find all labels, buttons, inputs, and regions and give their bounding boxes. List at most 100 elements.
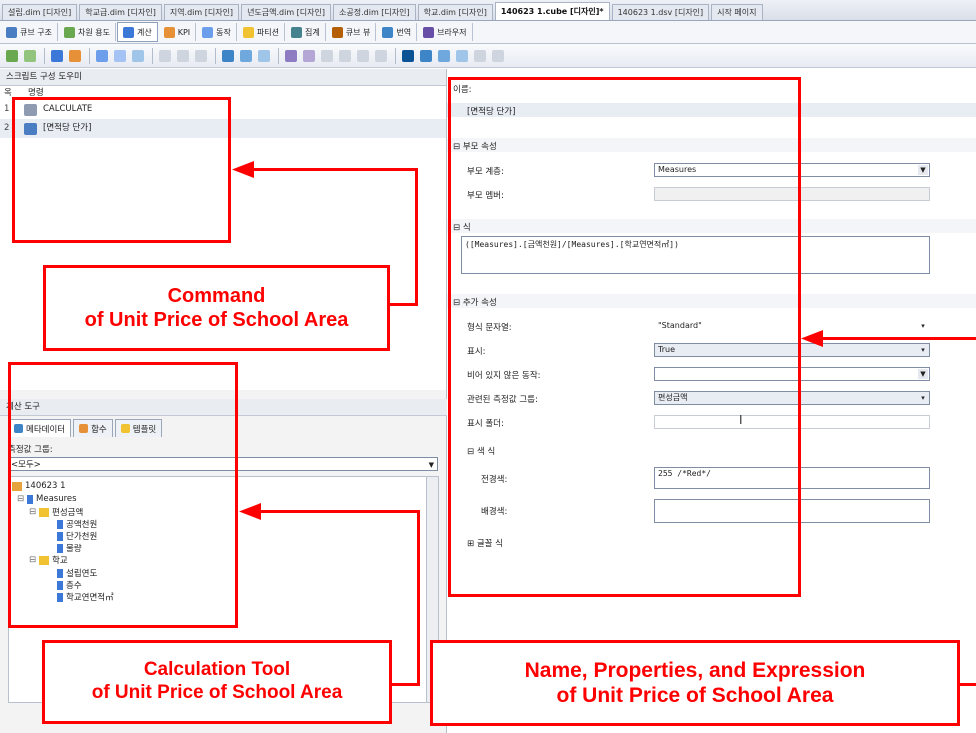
tab-aggregations[interactable]: 집계 — [286, 23, 326, 41]
new-script-icon[interactable] — [96, 49, 108, 62]
align-icon[interactable] — [402, 49, 414, 62]
font-icon[interactable] — [303, 49, 315, 62]
doc-tab-cube[interactable]: 140623 1.cube [디자인]* — [494, 2, 610, 20]
partition-icon — [242, 26, 254, 38]
properties-callout: Name, Properties, and Expression of Unit… — [430, 640, 960, 726]
toolbar-divider — [89, 47, 90, 64]
grid-icon[interactable] — [420, 49, 432, 62]
continue-icon[interactable] — [357, 49, 369, 62]
perspective-icon — [331, 26, 343, 38]
script-helper-title: 스크립트 구성 도우미 — [0, 69, 446, 86]
callout-line: Name, Properties, and Expression — [524, 658, 866, 682]
callout-line: Command — [167, 285, 266, 307]
tab-label: 차원 용도 — [77, 27, 110, 37]
doc-tab-start-page[interactable]: 시작 페이지 — [711, 4, 763, 20]
connector-line — [390, 303, 418, 306]
magnifier-icon — [423, 26, 435, 38]
settings-icon[interactable] — [492, 49, 504, 62]
paste-icon[interactable] — [132, 49, 144, 62]
breakpoint-icon[interactable] — [321, 49, 333, 62]
callout-line: of Unit Price of School Area — [91, 682, 343, 703]
copy-icon[interactable] — [114, 49, 126, 62]
table-icon[interactable] — [438, 49, 450, 62]
tab-cube-structure[interactable]: 큐브 구조 — [1, 23, 58, 41]
check-syntax-icon[interactable] — [258, 49, 270, 62]
tab-dimension-usage[interactable]: 차원 용도 — [59, 23, 116, 41]
callout-line: of Unit Price of School Area — [84, 309, 349, 331]
toolbar-divider — [395, 47, 396, 64]
callout-line: of Unit Price of School Area — [556, 684, 834, 707]
delete-icon[interactable] — [159, 49, 171, 62]
tab-calculations[interactable]: 계산 — [116, 22, 158, 42]
arrow-left-icon — [801, 330, 823, 347]
tab-label: 큐브 구조 — [20, 27, 52, 37]
action-icon — [202, 26, 214, 38]
chevron-down-icon: ▼ — [918, 165, 928, 175]
tab-label: 계산 — [136, 27, 152, 37]
tab-label: 파티션 — [256, 27, 279, 37]
move-up-icon[interactable] — [177, 49, 189, 62]
toolbar-divider — [278, 47, 279, 64]
command-callout: Command of Unit Price of School Area — [43, 265, 390, 351]
calc-tool-callout: Calculation Tool of Unit Price of School… — [42, 640, 392, 724]
connector-line — [415, 168, 418, 306]
connector-line — [250, 168, 418, 171]
tab-label: 브라우저 — [437, 27, 467, 37]
doc-tab-0[interactable]: 설립.dim [디자인] — [2, 4, 78, 20]
refresh-icon[interactable] — [24, 49, 36, 62]
connector-line — [258, 510, 420, 513]
chevron-down-icon: ▾ — [921, 322, 925, 330]
designer-tab-bar: 큐브 구조 차원 용도 계산 KPI 동작 파티션 집계 큐브 뷰 번역 브라우… — [0, 21, 976, 44]
tab-partitions[interactable]: 파티션 — [238, 23, 285, 41]
cube-icon — [6, 26, 17, 38]
callout-line: Calculation Tool — [143, 659, 291, 681]
calculator-icon — [122, 26, 134, 38]
arrow-left-icon — [239, 503, 261, 520]
form-view-icon[interactable] — [222, 49, 234, 62]
tab-translations[interactable]: 번역 — [377, 23, 418, 41]
command-highlight-box — [12, 97, 231, 243]
tab-kpi[interactable]: KPI — [159, 23, 197, 41]
new-calc-icon[interactable] — [51, 49, 63, 62]
stop-icon[interactable] — [375, 49, 387, 62]
debug-icon[interactable] — [285, 49, 297, 62]
properties-highlight-box — [448, 77, 801, 597]
toolbar-divider — [44, 47, 45, 64]
tab-actions[interactable]: 동작 — [197, 23, 237, 41]
tab-browser[interactable]: 브라우저 — [418, 23, 473, 41]
connector-line — [960, 683, 976, 686]
chevron-down-icon: ▾ — [921, 346, 925, 354]
filter-icon[interactable] — [456, 49, 468, 62]
doc-tab-4[interactable]: 소공정.dim [디자인] — [333, 4, 416, 20]
doc-tab-3[interactable]: 년도금액.dim [디자인] — [241, 4, 332, 20]
aggregation-icon — [290, 26, 302, 38]
chevron-down-icon: ▾ — [921, 394, 925, 402]
tab-label: 큐브 뷰 — [345, 27, 371, 37]
toolbar-divider — [215, 47, 216, 64]
doc-tab-dsv[interactable]: 140623 1.dsv [디자인] — [611, 4, 710, 20]
tab-label: 번역 — [396, 27, 412, 37]
kpi-icon — [163, 26, 175, 38]
toolbar-divider — [152, 47, 153, 64]
connector-line — [417, 510, 420, 686]
connector-line — [392, 683, 420, 686]
new-named-set-icon[interactable] — [69, 49, 81, 62]
process-icon[interactable] — [6, 49, 18, 62]
doc-tab-5[interactable]: 학교.dim [디자인] — [417, 4, 493, 20]
doc-tab-2[interactable]: 지역.dim [디자인] — [163, 4, 240, 20]
calc-toolbar — [0, 44, 976, 68]
connector-line — [820, 337, 976, 340]
chevron-down-icon: ▼ — [918, 369, 928, 379]
doc-tab-1[interactable]: 학교급.dim [디자인] — [79, 4, 162, 20]
options-icon[interactable] — [474, 49, 486, 62]
globe-icon — [382, 26, 394, 38]
chevron-down-icon: ▼ — [428, 461, 434, 469]
tab-label: 집계 — [304, 27, 320, 37]
move-down-icon[interactable] — [195, 49, 207, 62]
step-icon[interactable] — [339, 49, 351, 62]
script-view-icon[interactable] — [240, 49, 252, 62]
tab-perspectives[interactable]: 큐브 뷰 — [327, 23, 377, 41]
tab-label: 동작 — [216, 27, 231, 37]
calc-tool-highlight-box — [8, 362, 238, 628]
arrow-left-icon — [232, 161, 254, 178]
